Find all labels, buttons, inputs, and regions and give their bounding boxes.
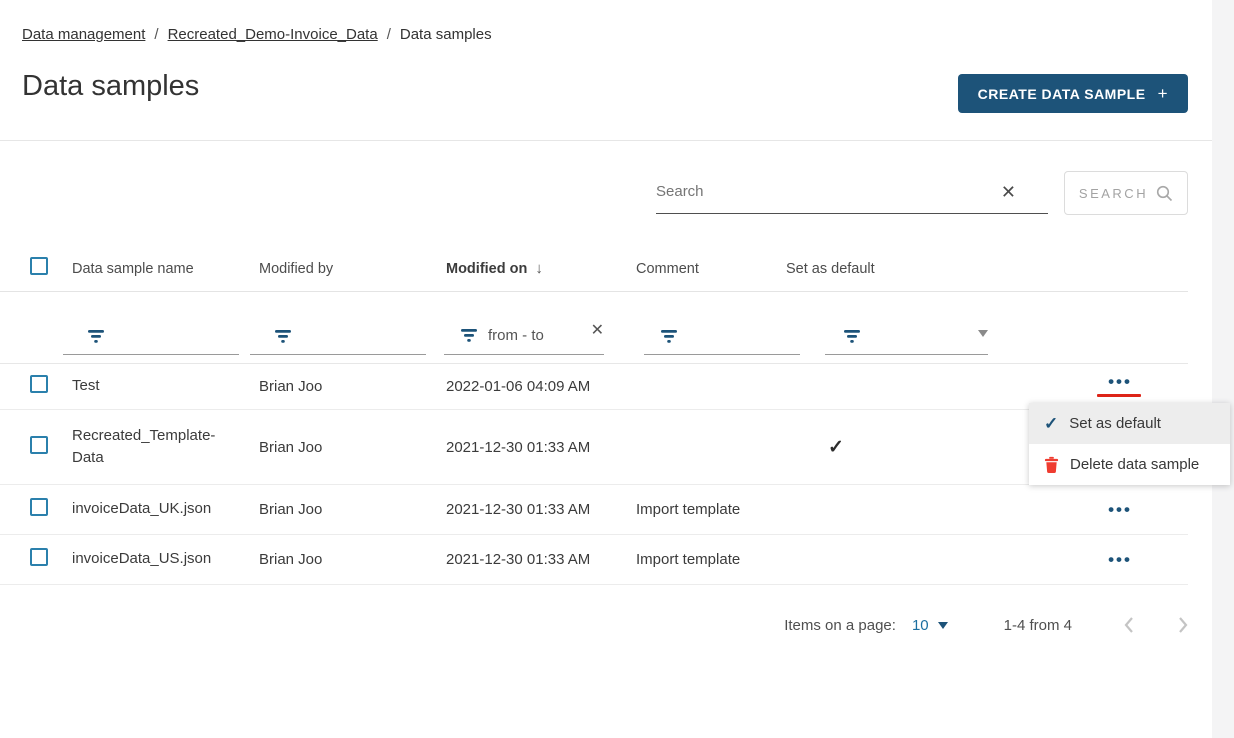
search-button[interactable]: SEARCH — [1064, 171, 1188, 215]
cell-modified-by: Brian Joo — [259, 551, 446, 568]
filter-input-name[interactable] — [63, 329, 239, 355]
cell-modified-on: 2021-12-30 01:33 AM — [446, 551, 636, 568]
cell-comment: Import template — [636, 551, 786, 568]
pagination: Items on a page: 10 1-4 from 4 — [0, 606, 1212, 644]
table-row: invoiceData_US.json Brian Joo 2021-12-30… — [0, 535, 1188, 585]
filter-select-set-as-default[interactable] — [825, 329, 988, 355]
search-input[interactable] — [656, 183, 1001, 200]
prev-page-button[interactable] — [1114, 616, 1144, 634]
page-size-value: 10 — [912, 617, 929, 634]
clear-date-filter-icon[interactable]: ✕ — [591, 323, 604, 339]
column-header-name[interactable]: Data sample name — [72, 261, 259, 277]
more-actions-button[interactable]: ••• — [1106, 505, 1132, 515]
filter-funnel-icon[interactable] — [87, 329, 105, 344]
cell-modified-on: 2021-12-30 01:33 AM — [446, 501, 636, 518]
table-row: Test Brian Joo 2022-01-06 04:09 AM ••• — [0, 364, 1188, 410]
filter-input-modified-on[interactable]: from - to ✕ — [444, 327, 604, 355]
scrollbar-gutter[interactable] — [1212, 0, 1234, 738]
cell-data-sample-name: invoiceData_US.json — [72, 548, 259, 571]
breadcrumb-current: Data samples — [400, 26, 492, 43]
cell-modified-on: 2021-12-30 01:33 AM — [446, 439, 636, 456]
filter-input-modified-by[interactable] — [250, 329, 426, 355]
breadcrumb-separator: / — [154, 26, 158, 43]
search-button-label: SEARCH — [1079, 186, 1148, 201]
trash-icon — [1044, 456, 1059, 473]
menu-item-set-as-default[interactable]: ✓ Set as default — [1029, 403, 1230, 444]
page-size-select[interactable]: 10 — [912, 617, 948, 634]
header-divider — [0, 140, 1212, 141]
search-field: ✕ — [656, 170, 1048, 214]
cell-data-sample-name: Test — [72, 375, 259, 398]
table-row: Recreated_Template-Data Brian Joo 2021-1… — [0, 410, 1188, 485]
filter-funnel-icon[interactable] — [660, 329, 678, 344]
column-header-modified-by[interactable]: Modified by — [259, 261, 446, 277]
create-button-label: CREATE DATA SAMPLE — [978, 86, 1146, 102]
row-checkbox[interactable] — [30, 548, 48, 566]
row-context-menu: ✓ Set as default Delete data sample — [1029, 403, 1230, 485]
filter-funnel-icon[interactable] — [460, 328, 478, 343]
clear-search-icon[interactable]: ✕ — [1001, 183, 1016, 201]
filter-funnel-icon[interactable] — [843, 329, 861, 344]
table-row: invoiceData_UK.json Brian Joo 2021-12-30… — [0, 485, 1188, 535]
data-samples-table: Data sample name Modified by Modified on… — [0, 246, 1188, 585]
sort-desc-icon: ↓ — [535, 260, 543, 277]
default-check-icon: ✓ — [828, 437, 844, 458]
filter-funnel-icon[interactable] — [274, 329, 292, 344]
select-all-checkbox[interactable] — [30, 257, 48, 275]
menu-item-delete-data-sample[interactable]: Delete data sample — [1029, 444, 1230, 485]
table-header-row: Data sample name Modified by Modified on… — [0, 246, 1188, 292]
cell-modified-by: Brian Joo — [259, 439, 446, 456]
more-actions-button[interactable]: ••• — [1106, 377, 1132, 387]
cell-data-sample-name: invoiceData_UK.json — [72, 498, 259, 521]
page-title: Data samples — [22, 70, 199, 103]
next-page-button[interactable] — [1168, 616, 1198, 634]
row-checkbox[interactable] — [30, 498, 48, 516]
breadcrumb-link-project[interactable]: Recreated_Demo-Invoice_Data — [168, 26, 378, 43]
chevron-down-icon[interactable] — [978, 330, 988, 337]
breadcrumb-link-data-management[interactable]: Data management — [22, 26, 145, 43]
menu-item-label: Delete data sample — [1070, 456, 1199, 473]
chevron-left-icon — [1123, 616, 1135, 634]
plus-icon: + — [1158, 84, 1168, 104]
magnifier-icon — [1156, 185, 1173, 202]
cell-modified-by: Brian Joo — [259, 501, 446, 518]
column-header-comment[interactable]: Comment — [636, 261, 786, 277]
date-range-placeholder: from - to — [488, 327, 544, 344]
column-header-modified-on-label: Modified on — [446, 261, 527, 277]
cell-modified-by: Brian Joo — [259, 378, 446, 395]
active-row-indicator — [1097, 394, 1141, 397]
column-header-set-as-default[interactable]: Set as default — [786, 261, 1050, 277]
pagination-range: 1-4 from 4 — [1004, 617, 1072, 634]
more-actions-button[interactable]: ••• — [1106, 555, 1132, 565]
table-filter-row: from - to ✕ — [0, 292, 1188, 364]
chevron-right-icon — [1177, 616, 1189, 634]
filter-input-comment[interactable] — [644, 329, 800, 355]
cell-modified-on: 2022-01-06 04:09 AM — [446, 378, 636, 395]
row-checkbox[interactable] — [30, 436, 48, 454]
menu-item-label: Set as default — [1069, 415, 1161, 432]
create-data-sample-button[interactable]: CREATE DATA SAMPLE + — [958, 74, 1188, 113]
column-header-modified-on[interactable]: Modified on ↓ — [446, 260, 636, 277]
row-checkbox[interactable] — [30, 375, 48, 393]
items-per-page-label: Items on a page: — [784, 617, 896, 634]
breadcrumb: Data management / Recreated_Demo-Invoice_D… — [22, 26, 492, 43]
cell-comment: Import template — [636, 501, 786, 518]
breadcrumb-separator: / — [387, 26, 391, 43]
cell-data-sample-name: Recreated_Template-Data — [72, 425, 259, 470]
chevron-down-icon — [938, 622, 948, 629]
check-icon: ✓ — [1044, 414, 1058, 434]
